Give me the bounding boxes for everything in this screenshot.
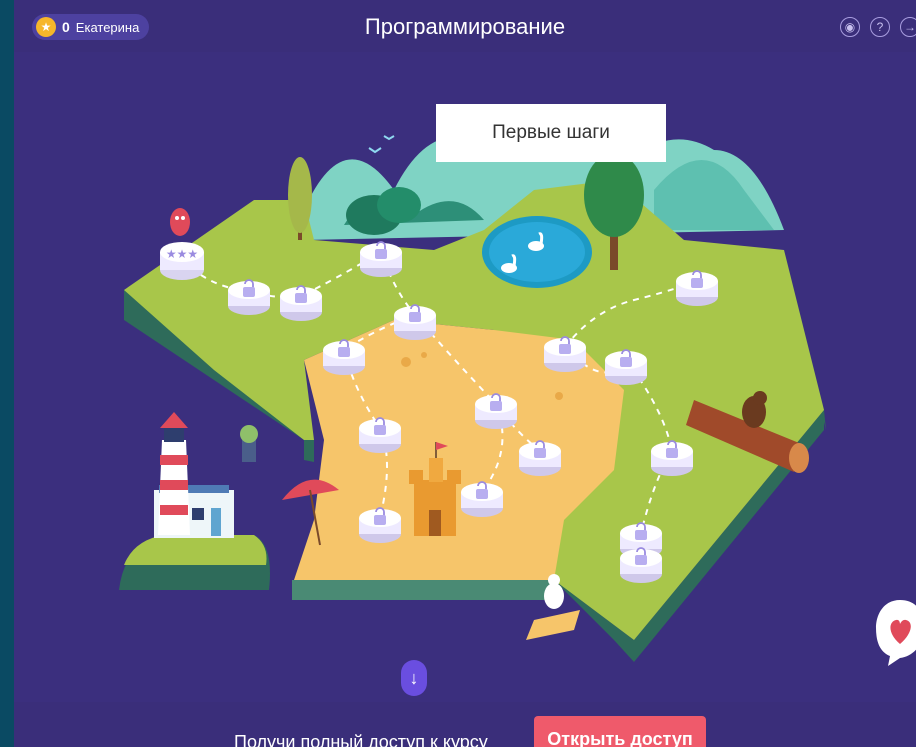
game-frame: ★ 0 Екатерина Программирование ◉ ? → ★★★… <box>14 0 916 747</box>
locked-lesson-node[interactable] <box>228 279 270 315</box>
open-access-button[interactable]: Открыть доступ <box>534 716 706 747</box>
locked-lesson-node[interactable] <box>475 393 517 429</box>
lighthouse-icon <box>158 412 190 535</box>
lighthouse-island <box>119 485 270 590</box>
locked-lesson-node[interactable] <box>359 417 401 453</box>
open-access-label: Открыть доступ <box>547 729 693 747</box>
locked-lesson-node[interactable] <box>323 339 365 375</box>
promo-text: Получи полный доступ к курсу <box>234 732 488 747</box>
page-title: Программирование <box>364 14 566 39</box>
footer-bar: Получи полный доступ к курсу Открыть дос… <box>14 702 916 747</box>
locked-lesson-node[interactable] <box>605 349 647 385</box>
svg-text:★★★: ★★★ <box>166 247 198 261</box>
locked-lesson-node[interactable] <box>360 241 402 277</box>
locked-lesson-node[interactable] <box>620 547 662 583</box>
locked-lesson-node[interactable] <box>651 440 693 476</box>
locked-lesson-node[interactable] <box>394 304 436 340</box>
sound-icon[interactable]: ◉ <box>840 17 860 37</box>
help-icon[interactable]: ? <box>870 17 890 37</box>
dragon-mascot-icon <box>170 208 190 236</box>
locked-lesson-node[interactable] <box>544 336 586 372</box>
start-lesson-node[interactable]: ★★★ <box>160 242 204 280</box>
locked-lesson-node[interactable] <box>359 507 401 543</box>
locked-lesson-node[interactable] <box>461 481 503 517</box>
bird-icon <box>368 147 382 154</box>
exit-icon[interactable]: → <box>900 17 916 37</box>
scroll-down-button[interactable]: ↓ <box>401 660 427 696</box>
locked-lesson-node[interactable] <box>280 285 322 321</box>
locked-lesson-node[interactable] <box>676 270 718 306</box>
zombie-character-icon <box>240 425 258 462</box>
locked-lesson-node[interactable] <box>519 440 561 476</box>
top-bar: ★ 0 Екатерина Программирование ◉ ? → <box>14 0 916 52</box>
arrow-down-icon: ↓ <box>409 667 419 688</box>
lesson-title-banner: Первые шаги <box>436 104 666 162</box>
favorite-button[interactable] <box>874 598 916 668</box>
bird-icon <box>383 135 395 141</box>
